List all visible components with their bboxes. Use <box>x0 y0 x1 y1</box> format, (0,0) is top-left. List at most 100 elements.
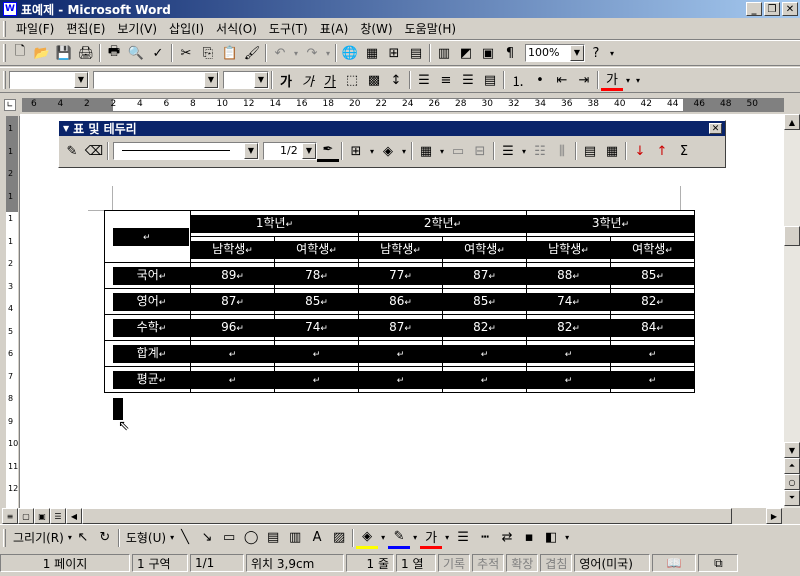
permission-icon[interactable]: 🖨 <box>75 42 97 64</box>
menu-view[interactable]: 보기(V) <box>111 20 163 37</box>
select-objects-icon[interactable]: ↖ <box>72 527 94 549</box>
score-cell[interactable]: 85↵ <box>442 288 527 315</box>
bullets-icon[interactable]: • <box>529 69 551 91</box>
score-cell[interactable]: ↵ <box>526 366 611 393</box>
gender-header-cell[interactable]: 여학생↵ <box>274 236 359 263</box>
status-extend[interactable]: 확장 <box>506 554 539 572</box>
score-cell[interactable]: 87↵ <box>190 288 275 315</box>
subject-label-cell[interactable]: 합계↵ <box>104 340 191 367</box>
previous-page-icon[interactable]: ⏶ <box>784 458 800 474</box>
align-left-icon[interactable]: ☰ <box>413 69 435 91</box>
normal-view-icon[interactable]: ≡ <box>2 508 18 524</box>
document-map-icon[interactable]: ▣ <box>477 42 499 64</box>
menu-format[interactable]: 서식(O) <box>210 20 263 37</box>
show-hide-icon[interactable]: ¶ <box>499 42 521 64</box>
score-cell[interactable]: 82↵ <box>526 314 611 341</box>
tables-borders-titlebar[interactable]: ▼ 표 및 테두리 <box>59 121 725 136</box>
open-icon[interactable]: 📂 <box>31 42 53 64</box>
help-icon[interactable]: ? <box>585 42 607 64</box>
align-center-icon[interactable]: ≡ <box>435 69 457 91</box>
score-cell[interactable]: ↵ <box>274 366 359 393</box>
chevron-down-icon[interactable]: ▾ <box>378 527 388 549</box>
shadow-icon[interactable]: ▪ <box>518 527 540 549</box>
close-icon[interactable]: ✕ <box>709 123 722 134</box>
vertical-ruler[interactable]: 1 1 2 1 1 1 2 3 4 5 6 7 8 9 10 11 12 <box>2 116 20 508</box>
menu-grip[interactable] <box>3 20 6 37</box>
score-cell[interactable]: 84↵ <box>610 314 695 341</box>
print-preview-icon[interactable]: 🔍 <box>125 42 147 64</box>
cut-icon[interactable]: ✂ <box>175 42 197 64</box>
header-corner-cell[interactable]: ↵ <box>104 210 191 263</box>
format-painter-icon[interactable]: 🖌 <box>241 42 263 64</box>
score-cell[interactable]: 89↵ <box>190 262 275 289</box>
line-icon[interactable]: ╲ <box>174 527 196 549</box>
draw-font-color-button[interactable]: 가 <box>420 527 443 549</box>
status-overtype[interactable]: 겹침 <box>540 554 573 572</box>
distribute-rows-icon[interactable]: ☷ <box>529 140 551 162</box>
3d-icon[interactable]: ◧ <box>540 527 562 549</box>
sort-ascending-icon[interactable]: ↓ <box>629 140 651 162</box>
underline-button[interactable]: 가 <box>319 69 341 91</box>
score-cell[interactable]: 82↵ <box>610 288 695 315</box>
horizontal-ruler[interactable]: ∟ 6 4 2 2 4 6 8 10 12 14 16 18 20 22 24 26 28 30 32 34 36 38 4… <box>0 96 800 114</box>
tab-selector-icon[interactable]: ∟ <box>4 99 16 111</box>
draw-table-icon[interactable]: ✎ <box>61 140 83 162</box>
chevron-down-icon[interactable]: ▼ <box>204 72 218 88</box>
score-cell[interactable]: ↵ <box>526 340 611 367</box>
scroll-right-icon[interactable]: ▶ <box>766 508 782 524</box>
print-icon[interactable]: 🖶 <box>103 42 125 64</box>
style-select[interactable]: ▼ <box>9 71 89 89</box>
word-app-icon[interactable]: W <box>3 2 17 16</box>
dash-style-icon[interactable]: ┅ <box>474 527 496 549</box>
text-box-icon[interactable]: ▤ <box>262 527 284 549</box>
print-layout-icon[interactable]: ▣ <box>34 508 50 524</box>
table-autoformat-icon[interactable]: ▤ <box>579 140 601 162</box>
zoom-dropdown-icon[interactable]: ▼ <box>570 45 584 61</box>
line-color-icon[interactable]: ✎ <box>388 527 411 549</box>
close-button[interactable]: ✕ <box>782 2 798 16</box>
align-right-icon[interactable]: ☰ <box>457 69 479 91</box>
sort-descending-icon[interactable]: ↑ <box>651 140 673 162</box>
score-cell[interactable]: 86↵ <box>358 288 443 315</box>
free-rotate-icon[interactable]: ↻ <box>94 527 116 549</box>
decrease-indent-icon[interactable]: ⇤ <box>551 69 573 91</box>
toolbar-grip[interactable] <box>3 44 6 62</box>
score-cell[interactable]: ↵ <box>274 340 359 367</box>
redo-icon[interactable]: ↷ <box>301 42 323 64</box>
scroll-up-icon[interactable]: ▲ <box>784 114 800 130</box>
menu-edit[interactable]: 편집(E) <box>60 20 111 37</box>
subject-label-cell[interactable]: 평균↵ <box>104 366 191 393</box>
tables-borders-icon[interactable]: ▦ <box>361 42 383 64</box>
score-cell[interactable]: 78↵ <box>274 262 359 289</box>
outline-view-icon[interactable]: ☰ <box>50 508 66 524</box>
drawing-icon[interactable]: ◩ <box>455 42 477 64</box>
chevron-down-icon[interactable]: ▼ <box>302 143 316 159</box>
autosum-icon[interactable]: Σ <box>673 140 695 162</box>
score-cell[interactable]: 85↵ <box>610 262 695 289</box>
score-cell[interactable]: 87↵ <box>358 314 443 341</box>
oval-icon[interactable]: ◯ <box>240 527 262 549</box>
bold-button[interactable]: 가 <box>275 69 297 91</box>
browse-object-icon[interactable]: ○ <box>784 474 800 490</box>
chevron-down-icon[interactable]: ▼ <box>254 72 268 88</box>
show-gridlines-icon[interactable]: ▦ <box>601 140 623 162</box>
gender-header-cell[interactable]: 여학생↵ <box>610 236 695 263</box>
scroll-left-icon[interactable]: ◀ <box>66 508 82 524</box>
autoshapes-menu-button[interactable]: 도형(U) <box>122 529 170 546</box>
gender-header-cell[interactable]: 남학생↵ <box>358 236 443 263</box>
border-icon[interactable]: ⊞ <box>345 140 367 162</box>
menu-insert[interactable]: 삽입(I) <box>163 20 210 37</box>
score-cell[interactable]: 87↵ <box>442 262 527 289</box>
paste-icon[interactable]: 📋 <box>219 42 241 64</box>
score-cell[interactable]: ↵ <box>190 366 275 393</box>
grades-table[interactable]: ↵ 1학년↵ 2학년↵ 3학년↵ 남학생↵ 여학생↵ 남학생↵ 여학생↵ 남학생↵ 여학생… <box>104 210 695 393</box>
columns-icon[interactable]: ▥ <box>433 42 455 64</box>
restore-button[interactable]: ❐ <box>764 2 780 16</box>
chevron-down-icon[interactable]: ▾ <box>442 527 452 549</box>
subject-label-cell[interactable]: 국어↵ <box>104 262 191 289</box>
vertical-text-box-icon[interactable]: ▥ <box>284 527 306 549</box>
gender-header-cell[interactable]: 여학생↵ <box>442 236 527 263</box>
grade-header[interactable]: 3학년↵ <box>526 210 695 237</box>
score-cell[interactable]: 85↵ <box>274 288 359 315</box>
vertical-scrollbar[interactable]: ▲ ▼ ⏶ ○ ⏷ <box>784 114 800 508</box>
